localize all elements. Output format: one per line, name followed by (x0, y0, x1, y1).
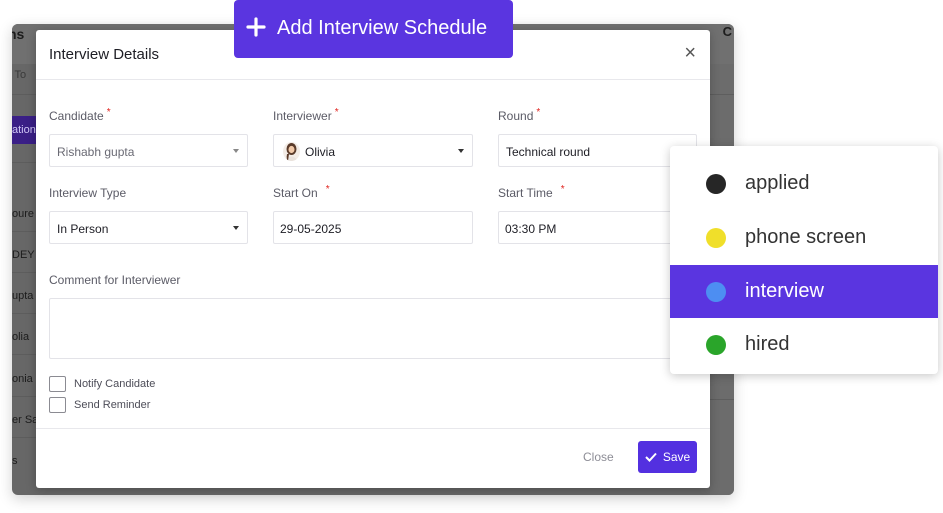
modal-footer: Close Save (36, 428, 710, 488)
save-button-label: Save (662, 450, 691, 464)
background-divider (710, 399, 734, 400)
interview-type-value: In Person (57, 222, 109, 236)
notify-candidate-label: Notify Candidate (74, 378, 156, 390)
interview-type-select[interactable]: In Person (49, 211, 248, 244)
required-mark: * (334, 107, 339, 118)
status-option-label: phone screen (745, 226, 867, 248)
start-on-value: 29-05-2025 (280, 222, 342, 236)
start-time-value: 03:30 PM (505, 222, 557, 236)
candidate-label: Candidate * (49, 107, 111, 123)
send-reminder-checkbox[interactable] (49, 397, 66, 413)
status-dot (706, 173, 726, 194)
start-time-label: Start Time * (498, 184, 565, 200)
background-list-item: oure (12, 208, 35, 220)
background-divider (12, 94, 38, 95)
status-dot (706, 281, 726, 302)
background-divider (12, 437, 38, 438)
required-mark: * (536, 107, 541, 118)
background-divider (12, 354, 38, 355)
background-divider (12, 162, 38, 163)
screenshot-stage: ns C ce To ation oure DEY upta olia onia… (0, 0, 943, 513)
save-button[interactable]: Save (638, 441, 697, 473)
send-reminder-row[interactable]: Send Reminder (49, 397, 150, 413)
close-button[interactable]: Close (583, 450, 614, 464)
start-time-label-text: Start Time (498, 186, 553, 200)
status-dot (706, 334, 726, 355)
background-title: ns (12, 26, 25, 42)
close-icon[interactable]: × (684, 43, 696, 63)
required-mark: * (560, 184, 565, 195)
status-option-label: interview (745, 280, 824, 302)
chevron-down-icon (233, 149, 239, 153)
chevron-down-icon (458, 149, 464, 153)
comment-textarea[interactable] (49, 298, 697, 359)
status-option-label: hired (745, 333, 790, 355)
avatar (283, 142, 300, 161)
background-divider (12, 231, 38, 232)
send-reminder-label: Send Reminder (74, 399, 151, 411)
start-time-input[interactable]: 03:30 PM (498, 211, 697, 244)
background-top-right: C (722, 24, 732, 39)
background-divider (710, 94, 734, 95)
background-list-item: onia (12, 373, 33, 385)
status-option-phone-screen[interactable]: phone screen (670, 211, 938, 264)
modal-title: Interview Details (49, 46, 160, 63)
candidate-value: Rishabh gupta (57, 145, 135, 159)
banner-label: Add Interview Schedule (277, 17, 488, 39)
check-icon (645, 452, 657, 462)
background-tab: ation (12, 116, 38, 144)
required-mark: * (325, 184, 330, 195)
comment-label: Comment for Interviewer (49, 273, 181, 287)
background-list-item: olia (12, 331, 30, 343)
interviewer-label: Interviewer * (273, 107, 339, 123)
status-option-hired[interactable]: hired (670, 318, 938, 371)
start-on-label: Start On * (273, 184, 330, 200)
background-list-item: upta (12, 290, 34, 302)
background-divider (12, 272, 38, 273)
start-on-label-text: Start On (273, 186, 318, 200)
add-interview-schedule-banner[interactable]: Add Interview Schedule (234, 0, 513, 58)
status-dot (706, 227, 726, 248)
status-option-applied[interactable]: applied (670, 157, 938, 210)
interviewer-value: Olivia (305, 145, 336, 159)
interview-details-modal: Interview Details × Candidate * Rishabh g… (36, 30, 710, 488)
notify-candidate-checkbox[interactable] (49, 376, 66, 392)
round-label-text: Round (498, 109, 534, 123)
round-input[interactable]: Technical round (498, 134, 697, 167)
round-value: Technical round (506, 145, 591, 159)
round-label: Round * (498, 107, 541, 123)
plus-icon (246, 17, 266, 37)
status-dropdown: applied phone screen interview hired (670, 146, 938, 374)
status-option-interview[interactable]: interview (670, 265, 938, 318)
interviewer-select[interactable]: Olivia (273, 134, 473, 167)
status-option-label: applied (745, 172, 810, 194)
background-list-item: s (12, 455, 18, 467)
required-mark: * (106, 107, 111, 118)
background-divider (12, 396, 38, 397)
background-divider (12, 313, 38, 314)
background-tab-label: ation (12, 124, 36, 136)
candidate-select[interactable]: Rishabh gupta (49, 134, 248, 167)
notify-candidate-row[interactable]: Notify Candidate (49, 376, 155, 392)
background-search: ce To (12, 69, 27, 81)
candidate-label-text: Candidate (49, 109, 104, 123)
background-list-item: DEY (12, 249, 35, 261)
background-list-item: er Sa (12, 414, 39, 426)
interviewer-label-text: Interviewer (273, 109, 332, 123)
start-on-date-input[interactable]: 29-05-2025 (273, 211, 473, 244)
interview-type-label: Interview Type (49, 186, 127, 200)
chevron-down-icon (233, 226, 239, 230)
